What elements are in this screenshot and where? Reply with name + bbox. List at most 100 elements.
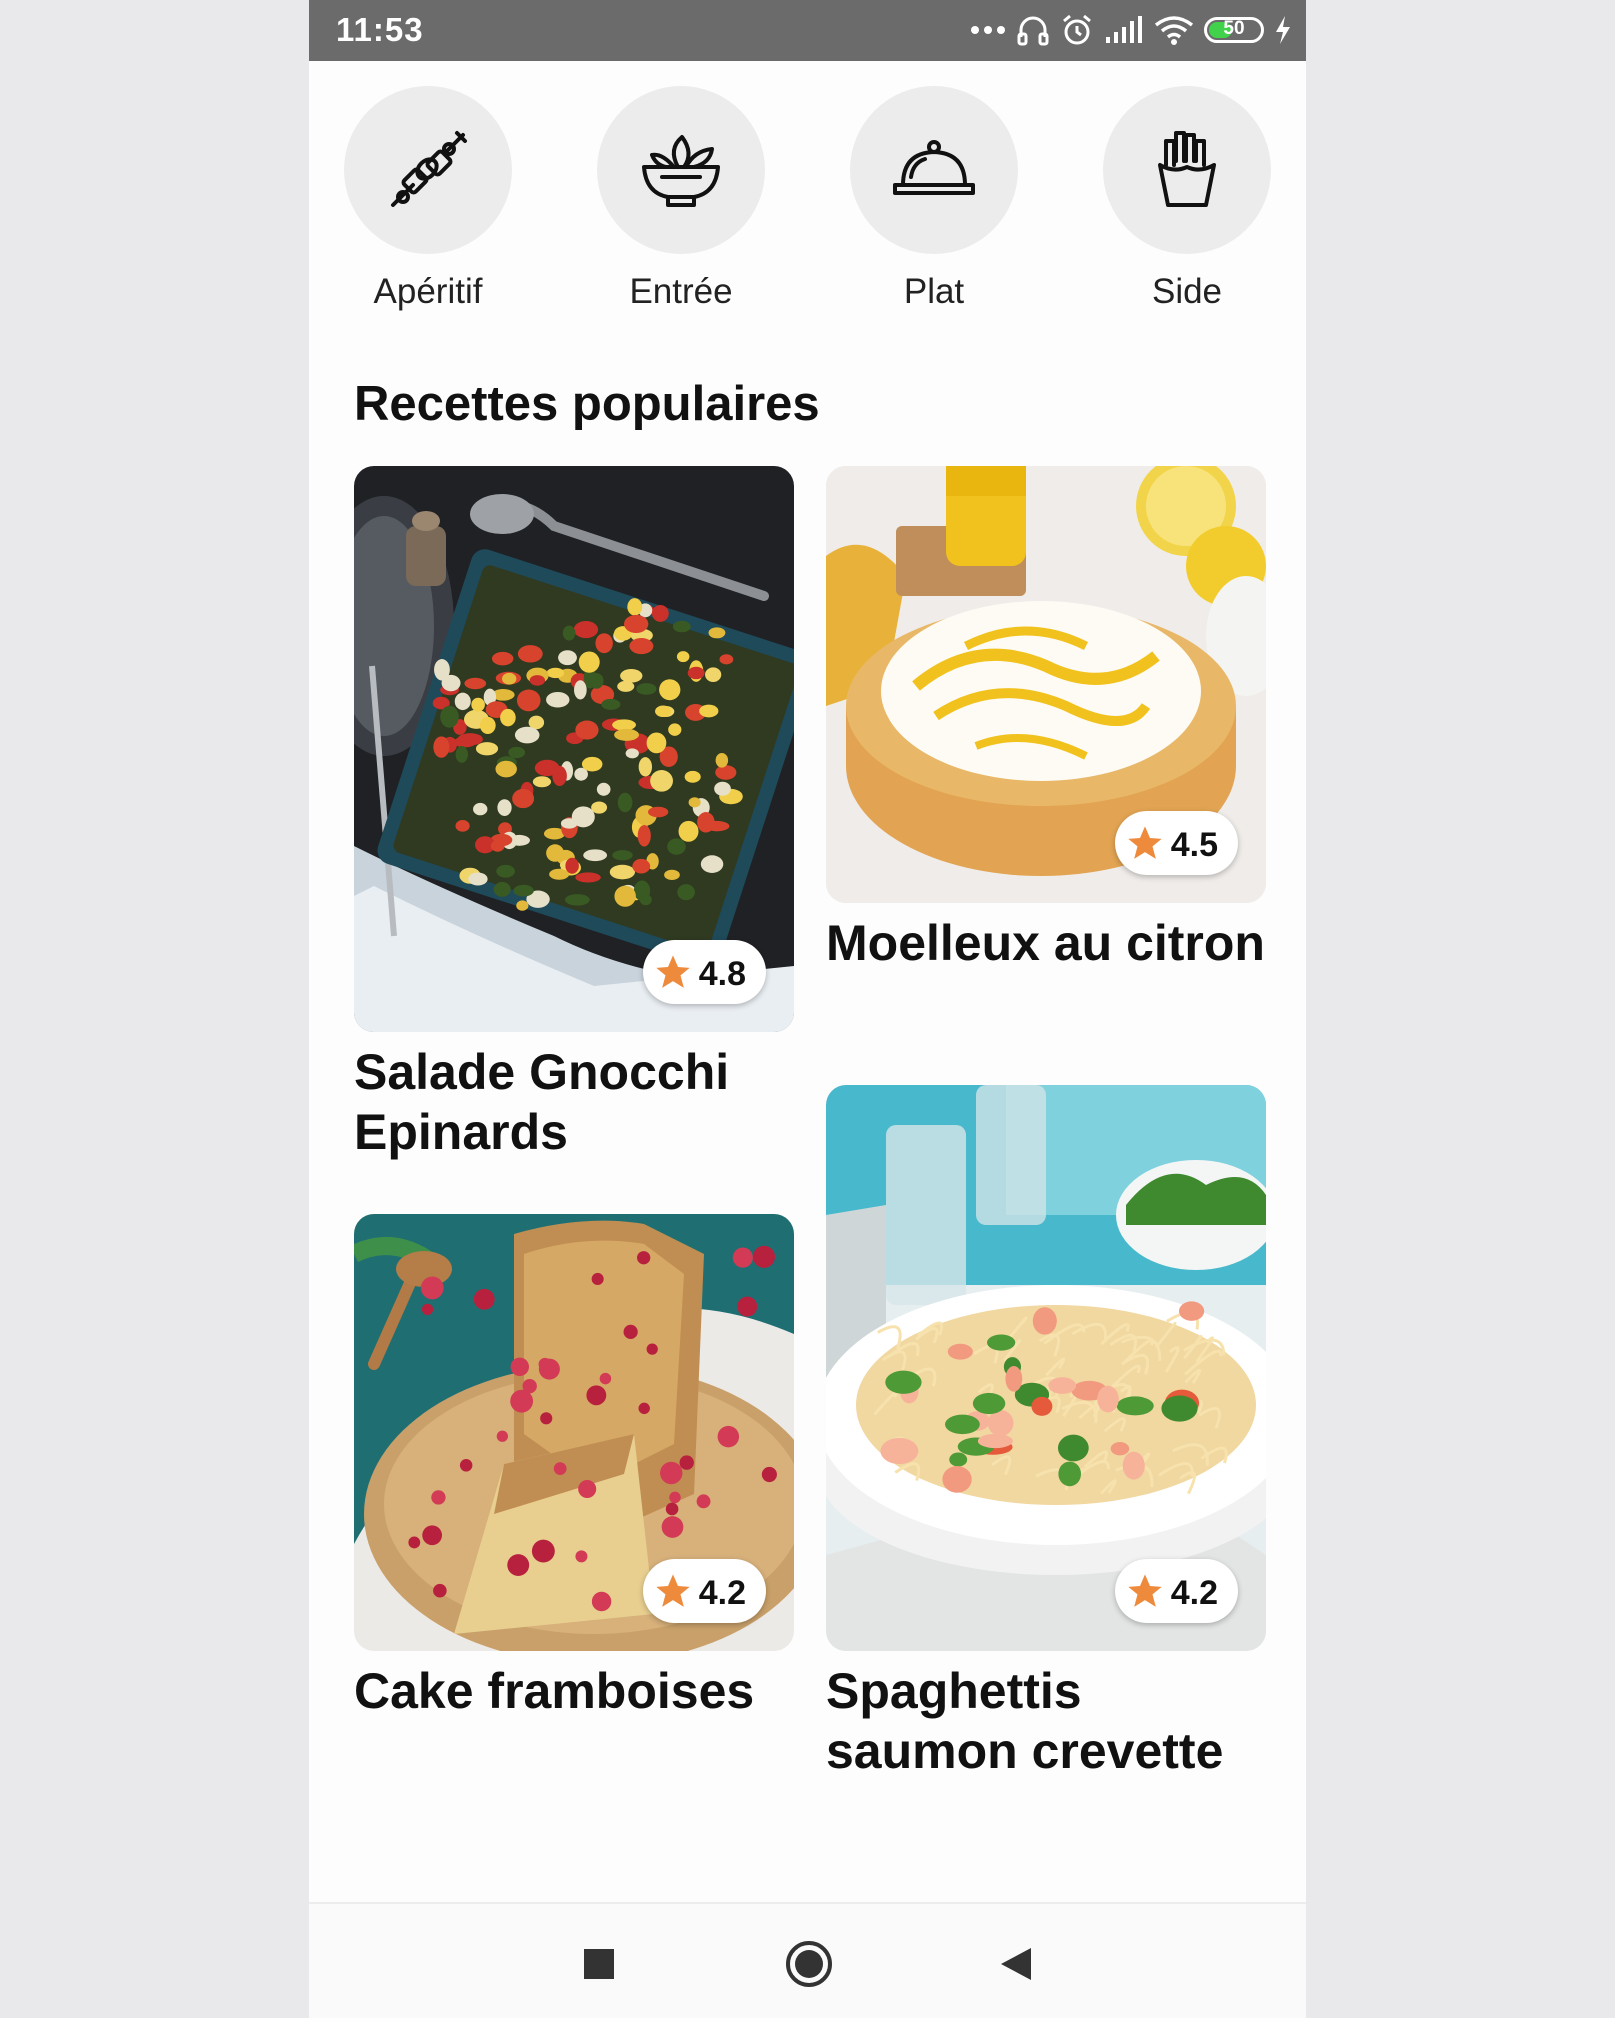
rating-value: 4.5 bbox=[1170, 825, 1218, 864]
gnocchi-piece bbox=[455, 746, 468, 763]
gnocchi-piece bbox=[560, 818, 578, 829]
circle-home-icon bbox=[786, 1941, 832, 1987]
gnocchi-piece bbox=[479, 716, 496, 734]
category-plat[interactable]: Plat bbox=[834, 86, 1034, 312]
category-circle[interactable] bbox=[597, 86, 765, 254]
topping-piece bbox=[1057, 1434, 1089, 1462]
recipe-image[interactable]: 4.2 bbox=[354, 1214, 794, 1651]
gnocchi-piece bbox=[655, 705, 672, 718]
topping-piece bbox=[1058, 1461, 1081, 1487]
recipe-image[interactable]: 4.8 bbox=[354, 466, 794, 1032]
gnocchi-piece bbox=[575, 872, 601, 883]
topping-piece bbox=[987, 1334, 1016, 1351]
gnocchi-piece bbox=[625, 748, 639, 759]
gnocchi-piece bbox=[688, 797, 701, 808]
gnocchi-piece bbox=[704, 820, 730, 832]
raspberry bbox=[496, 1430, 508, 1442]
star-icon bbox=[656, 955, 690, 988]
raspberry bbox=[665, 1502, 679, 1516]
gnocchi-piece bbox=[516, 689, 541, 712]
recipe-title[interactable]: Salade Gnocchi Epinards bbox=[354, 1042, 794, 1162]
skewer-icon bbox=[391, 131, 467, 207]
gnocchi-piece bbox=[574, 680, 587, 700]
category-side[interactable]: Side bbox=[1087, 86, 1287, 312]
raspberry bbox=[578, 1479, 597, 1499]
gnocchi-piece bbox=[473, 802, 488, 816]
recipe-title[interactable]: Cake framboises bbox=[354, 1661, 794, 1721]
salad-bowl-icon bbox=[642, 135, 720, 207]
raspberry bbox=[433, 1583, 447, 1598]
recipe-image[interactable]: 4.5 bbox=[826, 466, 1266, 903]
cloche-icon bbox=[893, 140, 975, 195]
gnocchi-piece bbox=[612, 850, 633, 861]
home-button[interactable] bbox=[785, 1940, 833, 1993]
gnocchi-piece bbox=[495, 760, 517, 778]
raspberry bbox=[522, 1378, 537, 1394]
topping-piece bbox=[885, 1370, 922, 1394]
topping-piece bbox=[1032, 1307, 1057, 1335]
topping-piece bbox=[949, 1452, 968, 1467]
battery-level: 50 bbox=[1223, 18, 1245, 39]
category-circle[interactable] bbox=[1103, 86, 1271, 254]
topping-piece bbox=[880, 1437, 919, 1465]
topping-piece bbox=[947, 1343, 973, 1360]
recipe-title[interactable]: Spaghettis saumon crevette bbox=[826, 1661, 1266, 1781]
gnocchi-piece bbox=[581, 756, 603, 772]
gnocchi-piece bbox=[517, 645, 543, 663]
raspberry bbox=[422, 1525, 443, 1546]
recipe-card[interactable]: 4.2 Cake framboises bbox=[354, 1214, 794, 1721]
back-button[interactable] bbox=[999, 1946, 1033, 1987]
recipe-title[interactable]: Moelleux au citron bbox=[826, 913, 1266, 973]
raspberry bbox=[696, 1494, 711, 1509]
gnocchi-piece bbox=[700, 855, 724, 873]
gnocchi-piece bbox=[546, 844, 565, 862]
gnocchi-piece bbox=[627, 598, 643, 616]
gnocchi-piece bbox=[678, 820, 699, 842]
topping-piece bbox=[1048, 1377, 1077, 1394]
raspberry bbox=[586, 1385, 607, 1406]
raspberry bbox=[421, 1303, 434, 1316]
gnocchi-piece bbox=[583, 849, 608, 862]
raspberry bbox=[459, 1459, 473, 1472]
gnocchi-piece bbox=[705, 667, 722, 682]
gnocchi-piece bbox=[471, 697, 485, 712]
gnocchi-piece bbox=[516, 900, 529, 911]
gnocchi-piece bbox=[573, 621, 599, 639]
recipe-card[interactable]: 4.5 Moelleux au citron bbox=[826, 466, 1266, 973]
gnocchi-piece bbox=[639, 894, 652, 906]
rating-badge: 4.2 bbox=[642, 1559, 766, 1623]
category-entree[interactable]: Entrée bbox=[581, 86, 781, 312]
gnocchi-piece bbox=[558, 650, 577, 666]
category-aperitif[interactable]: Apéritif bbox=[328, 86, 528, 312]
raspberry bbox=[531, 1539, 555, 1563]
raspberry bbox=[599, 1372, 612, 1385]
section-title: Recettes populaires bbox=[354, 377, 820, 431]
category-circle[interactable] bbox=[850, 86, 1018, 254]
gnocchi-piece bbox=[664, 869, 680, 881]
category-label: Entrée bbox=[629, 272, 733, 311]
headphones-icon bbox=[1017, 16, 1049, 46]
gnocchi-piece bbox=[650, 770, 673, 792]
category-circle[interactable] bbox=[344, 86, 512, 254]
gnocchi-piece bbox=[637, 824, 651, 847]
gnocchi-piece bbox=[623, 614, 649, 634]
gnocchi-piece bbox=[490, 840, 505, 852]
gnocchi-piece bbox=[508, 746, 526, 759]
recipe-card[interactable]: 4.8 Salade Gnocchi Epinards bbox=[354, 466, 794, 1162]
raspberry bbox=[420, 1276, 444, 1300]
phone-screen: 11:53 50 Apéritif Entrée Plat Side Recet… bbox=[309, 0, 1306, 2018]
recipe-card[interactable]: 4.2 Spaghettis saumon crevette bbox=[826, 1085, 1266, 1781]
gnocchi-piece bbox=[638, 757, 653, 777]
recents-button[interactable] bbox=[583, 1948, 615, 1985]
topping-piece bbox=[1110, 1442, 1130, 1456]
more-dots-icon bbox=[971, 26, 1005, 34]
triangle-back-icon bbox=[1001, 1948, 1031, 1980]
gnocchi-piece bbox=[453, 736, 477, 748]
gnocchi-piece bbox=[659, 679, 681, 701]
recipe-image[interactable]: 4.2 bbox=[826, 1085, 1266, 1651]
signal-icon bbox=[1106, 16, 1142, 43]
rating-value: 4.2 bbox=[1170, 1573, 1218, 1612]
gnocchi-piece bbox=[636, 683, 657, 695]
raspberry bbox=[431, 1490, 446, 1505]
rating-badge: 4.8 bbox=[642, 940, 766, 1004]
